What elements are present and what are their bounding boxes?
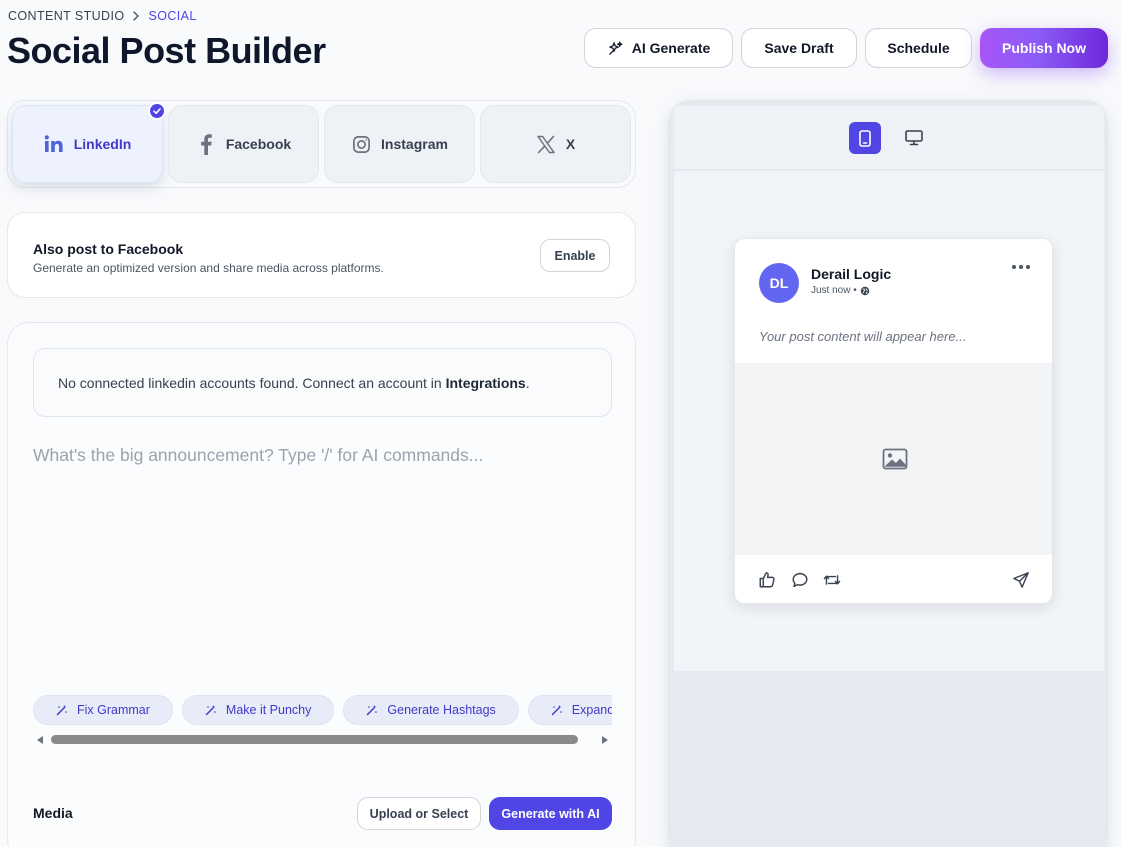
like-icon[interactable] <box>758 571 776 589</box>
also-post-title: Also post to Facebook <box>33 241 184 257</box>
post-actions <box>735 555 1052 603</box>
chip-label: Fix Grammar <box>77 703 150 717</box>
chip-label: Expand <box>571 703 612 717</box>
avatar: DL <box>759 263 799 303</box>
repost-icon[interactable] <box>823 571 841 589</box>
breadcrumb: CONTENT STUDIO SOCIAL <box>8 9 197 23</box>
tab-instagram[interactable]: Instagram <box>324 105 475 183</box>
magic-wand-icon <box>366 704 378 716</box>
more-options-icon[interactable] <box>1012 265 1030 269</box>
preview-canvas: DL Derail Logic Just now • Your post con… <box>674 171 1104 671</box>
chevron-right-icon <box>130 10 142 22</box>
upload-or-select-button[interactable]: Upload or Select <box>357 797 481 830</box>
instagram-icon <box>351 134 371 154</box>
tab-x-label: X <box>565 136 576 152</box>
tab-linkedin-label: LinkedIn <box>73 136 132 152</box>
scrollbar-thumb[interactable] <box>51 735 578 744</box>
facebook-icon <box>196 134 216 155</box>
scroll-right-arrow-icon[interactable] <box>602 736 608 744</box>
media-placeholder <box>735 363 1052 555</box>
chips-scrollbar[interactable] <box>33 733 612 747</box>
tab-facebook-label: Facebook <box>225 136 292 152</box>
page: CONTENT STUDIO SOCIAL Social Post Builde… <box>0 0 1121 847</box>
linkedin-icon <box>44 134 64 154</box>
platform-tabs: LinkedIn Facebook Instagram X <box>7 100 636 188</box>
post-content-preview: Your post content will appear here... <box>759 329 967 344</box>
smartphone-icon <box>859 129 871 147</box>
comment-icon[interactable] <box>791 571 809 589</box>
breadcrumb-current: SOCIAL <box>148 9 197 23</box>
ai-generate-button[interactable]: AI Generate <box>584 28 733 68</box>
image-icon <box>882 448 908 470</box>
scroll-left-arrow-icon[interactable] <box>37 736 43 744</box>
page-title: Social Post Builder <box>7 30 326 71</box>
tab-facebook[interactable]: Facebook <box>168 105 319 183</box>
notice-text: No connected linkedin accounts found. Co… <box>58 374 446 391</box>
integrations-link[interactable]: Integrations <box>446 375 526 391</box>
x-icon <box>536 134 556 154</box>
preview-header <box>674 106 1104 170</box>
chip-make-it-punchy[interactable]: Make it Punchy <box>181 695 335 725</box>
magic-wand-icon <box>205 704 217 716</box>
preview-panel: DL Derail Logic Just now • Your post con… <box>668 100 1108 847</box>
no-accounts-notice: No connected linkedin accounts found. Co… <box>33 348 612 417</box>
magic-wand-icon <box>551 704 563 716</box>
notice-suffix: . <box>525 374 530 391</box>
media-label: Media <box>33 805 73 821</box>
also-post-card: Also post to Facebook Generate an optimi… <box>7 212 636 298</box>
check-icon <box>148 102 166 120</box>
mobile-preview-button[interactable] <box>849 122 881 154</box>
chip-label: Generate Hashtags <box>387 703 496 717</box>
globe-icon <box>860 286 870 296</box>
post-preview-card: DL Derail Logic Just now • Your post con… <box>734 238 1053 604</box>
tab-linkedin[interactable]: LinkedIn <box>12 102 166 183</box>
magic-wand-icon <box>56 704 68 716</box>
breadcrumb-root[interactable]: CONTENT STUDIO <box>8 9 124 23</box>
post-content-input[interactable]: What's the big announcement? Type '/' fo… <box>33 445 613 466</box>
editor-card: No connected linkedin accounts found. Co… <box>7 322 636 847</box>
schedule-button[interactable]: Schedule <box>865 28 972 68</box>
ai-command-chips: Fix Grammar Make it Punchy Generate Hash… <box>33 695 612 725</box>
also-post-description: Generate an optimized version and share … <box>33 261 384 275</box>
post-time: Just now • <box>811 285 870 296</box>
chip-generate-hashtags[interactable]: Generate Hashtags <box>343 695 519 725</box>
tab-x[interactable]: X <box>480 105 631 183</box>
chip-expand[interactable]: Expand <box>527 695 612 725</box>
sparkles-icon <box>607 40 624 57</box>
chip-fix-grammar[interactable]: Fix Grammar <box>33 695 173 725</box>
chip-label: Make it Punchy <box>225 703 312 717</box>
enable-button[interactable]: Enable <box>540 239 610 272</box>
desktop-preview-button[interactable] <box>898 122 930 154</box>
publish-now-button[interactable]: Publish Now <box>980 28 1108 68</box>
monitor-icon <box>905 130 923 146</box>
generate-with-ai-button[interactable]: Generate with AI <box>489 797 612 830</box>
send-icon[interactable] <box>1012 571 1030 589</box>
top-actions: AI Generate Save Draft Schedule Publish … <box>584 28 1108 68</box>
post-time-label: Just now • <box>811 285 857 296</box>
save-draft-button[interactable]: Save Draft <box>741 28 857 68</box>
tab-instagram-label: Instagram <box>381 136 448 152</box>
author-name: Derail Logic <box>811 266 892 282</box>
ai-generate-label: AI Generate <box>631 40 711 56</box>
